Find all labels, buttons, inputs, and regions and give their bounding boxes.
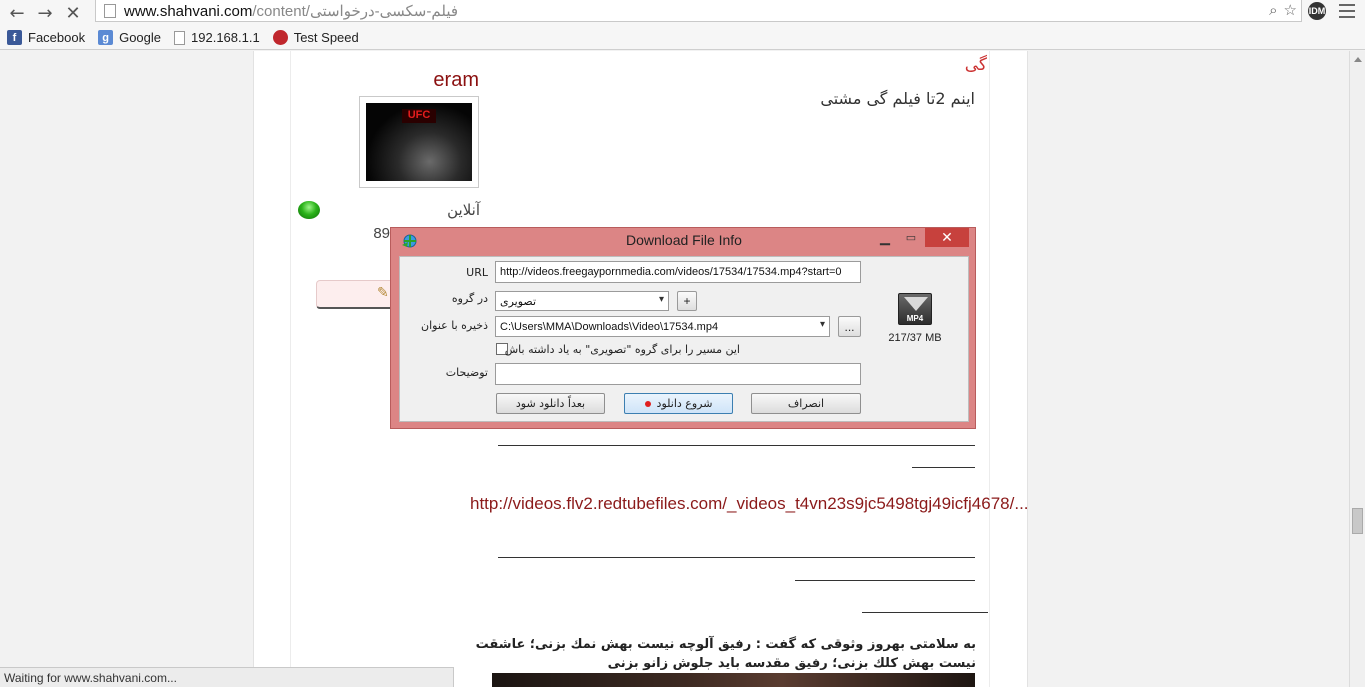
minimize-icon[interactable]: ▁	[873, 228, 897, 247]
address-url[interactable]: www.shahvani.com/content/فیلم-سکسی-درخوا…	[124, 2, 458, 20]
page-scrollbar[interactable]	[1349, 51, 1365, 687]
download-later-button[interactable]: بعداً دانلود شود	[496, 393, 605, 414]
dialog-body: URL http://videos.freegaypornmedia.com/v…	[399, 256, 969, 422]
bookmark-google[interactable]: g Google	[98, 30, 161, 45]
back-arrow-icon[interactable]: ←	[3, 2, 31, 24]
divider-line	[498, 445, 975, 446]
start-download-label: شروع دانلود	[656, 397, 713, 410]
forward-arrow-icon[interactable]: →	[31, 2, 59, 24]
signature-quote: به سلامتی بهروز وثوقی که گفت : رفیق آلوچ…	[475, 637, 976, 671]
cancel-button[interactable]: انصراف	[751, 393, 861, 414]
avatar[interactable]: UFC	[359, 96, 479, 188]
description-field[interactable]	[495, 363, 861, 385]
facebook-icon: f	[7, 30, 22, 45]
bookmarks-bar: f Facebook g Google 192.168.1.1 Test Spe…	[0, 26, 1365, 50]
bookmark-label: Test Speed	[293, 30, 359, 45]
post-image[interactable]	[492, 673, 975, 687]
status-bar: Waiting for www.shahvani.com...	[0, 667, 454, 687]
category-label: در گروه	[451, 292, 488, 305]
bookmark-label: Facebook	[28, 30, 86, 45]
save-as-label: ذخیره با عنوان	[421, 319, 488, 332]
pencil-icon: ✎	[377, 285, 389, 301]
save-path-select[interactable]: C:\Users\MMA\Downloads\Video\17534.mp4 ▾	[495, 316, 830, 337]
post-text: اینم 2تا فیلم گی مشتی	[820, 89, 975, 108]
browser-toolbar: ← → ✕ www.shahvani.com/content/فیلم-سکسی…	[0, 0, 1365, 26]
bookmark-router[interactable]: 192.168.1.1	[174, 30, 260, 45]
divider-line	[498, 557, 975, 558]
start-download-button[interactable]: شروع دانلود	[624, 393, 733, 414]
online-status-icon	[298, 201, 320, 219]
avatar-logo: UFC	[402, 109, 436, 123]
url-path: /content/فیلم-سکسی-درخواستی	[252, 2, 459, 20]
bookmark-facebook[interactable]: f Facebook	[7, 30, 85, 45]
remember-path-label: این مسیر را برای گروه "تصویری" به یاد دا…	[504, 343, 740, 356]
post-tag[interactable]: گی	[952, 55, 987, 75]
post-count: 89	[373, 225, 390, 242]
bookmark-test-speed[interactable]: Test Speed	[272, 30, 359, 45]
bookmark-label: Google	[119, 30, 162, 45]
description-label: توضیحات	[445, 366, 488, 379]
url-field[interactable]: http://videos.freegaypornmedia.com/video…	[495, 261, 861, 283]
category-select[interactable]: تصویری ▾	[495, 291, 669, 311]
scroll-thumb[interactable]	[1352, 508, 1363, 534]
url-host: www.shahvani.com	[124, 2, 253, 20]
save-path-value: C:\Users\MMA\Downloads\Video\17534.mp4	[500, 321, 719, 333]
mp4-file-icon: MP4	[898, 293, 932, 325]
online-status-text: آنلاین	[447, 201, 480, 219]
scroll-up-arrow-icon[interactable]	[1354, 57, 1362, 62]
page-icon	[104, 3, 116, 18]
file-type-label: MP4	[906, 314, 924, 323]
close-icon[interactable]: ✕	[925, 228, 969, 247]
zoom-icon[interactable]: ⌕	[1269, 1, 1277, 19]
divider-line	[912, 467, 975, 468]
stop-loading-icon[interactable]: ✕	[59, 2, 87, 24]
category-value: تصویری	[500, 295, 537, 308]
divider-line	[795, 580, 975, 581]
address-bar[interactable]: www.shahvani.com/content/فیلم-سکسی-درخوا…	[95, 0, 1302, 22]
url-label: URL	[466, 266, 488, 279]
video-link[interactable]: http://videos.flv2.redtubefiles.com/_vid…	[470, 492, 1029, 516]
chevron-down-icon: ▾	[819, 319, 825, 330]
google-icon: g	[98, 30, 114, 45]
avatar-image: UFC	[366, 103, 472, 181]
browse-button[interactable]: ...	[838, 316, 861, 337]
file-size: 217/37 MB	[888, 332, 942, 344]
page-icon	[174, 30, 186, 45]
add-category-button[interactable]: +	[677, 291, 697, 311]
divider-line	[862, 612, 988, 613]
speedtest-icon	[272, 30, 288, 45]
idm-extension-icon[interactable]: IDM	[1308, 2, 1326, 20]
download-file-info-dialog: Download File Info ▁ ▭ ✕ URL http://vide…	[390, 227, 976, 429]
user-action-box[interactable]: ✎	[316, 280, 396, 309]
record-dot-icon	[644, 400, 651, 407]
bookmark-label: 192.168.1.1	[191, 30, 260, 45]
post-username[interactable]: eram	[400, 69, 479, 92]
bookmark-star-icon[interactable]: ☆	[1284, 1, 1297, 19]
maximize-icon[interactable]: ▭	[899, 228, 923, 247]
chevron-down-icon: ▾	[658, 294, 664, 305]
browser-menu-icon[interactable]	[1339, 4, 1355, 18]
